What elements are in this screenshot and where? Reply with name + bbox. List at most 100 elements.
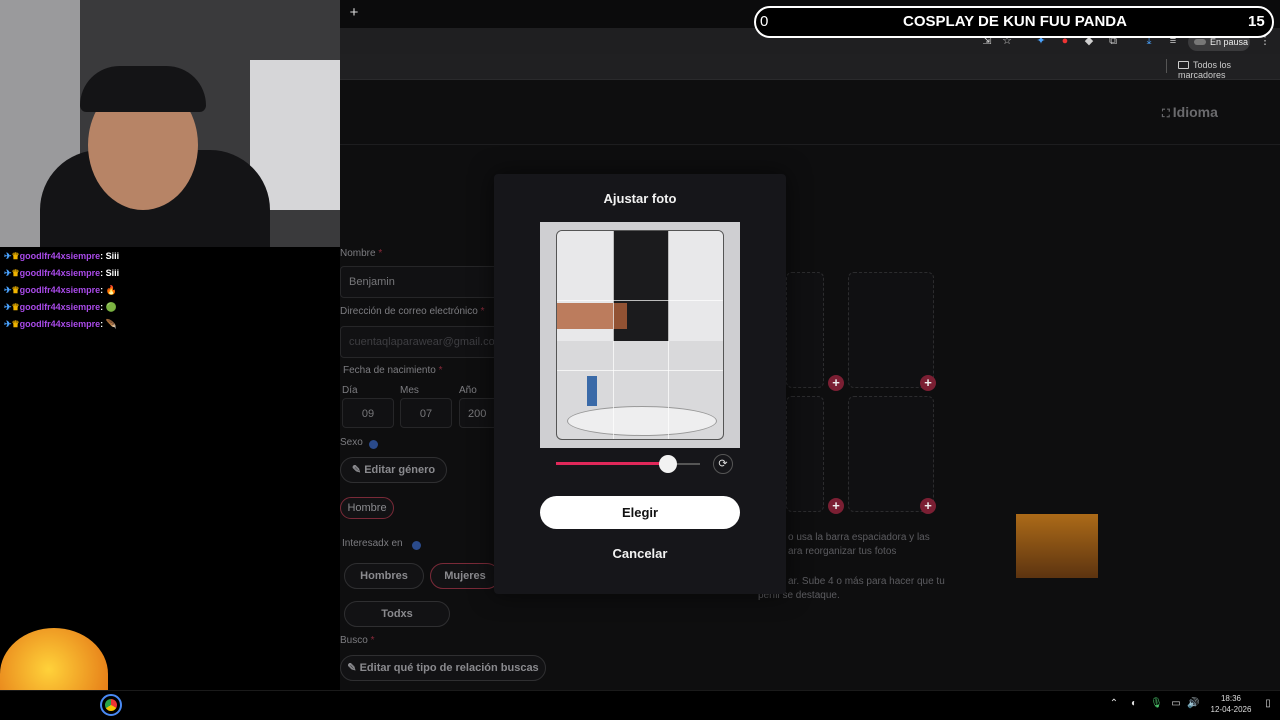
name-label-text: Nombre [340,248,376,259]
add-photo-button[interactable]: + [920,375,936,391]
seeking-label-text: Busco [340,635,368,646]
taskbar-clock-time[interactable]: 18:36 [1208,694,1254,703]
webcam-feed-image [0,0,340,247]
chat-text: 🪶 [105,319,117,329]
translate-icon: ⛶ [1162,108,1173,120]
volume-icon[interactable]: 🔊 [1187,698,1199,710]
chat-username[interactable]: goodlfr44xsiempre [20,251,101,261]
sex-label: Sexo [340,437,363,448]
name-label: Nombre * [340,248,382,259]
name-field[interactable]: Benjamin [340,266,500,298]
info-icon[interactable] [412,541,421,550]
language-label: Idioma [1172,104,1218,120]
badge-icon: ✈ [4,302,12,312]
chat-text: 🟢 [105,302,117,312]
interest-option-women[interactable]: Mujeres [430,563,500,589]
photo-slot[interactable] [848,272,934,388]
soap-bottle-image-region [587,376,597,406]
profile-avatar [1194,39,1206,45]
headphones-image-region [80,66,206,112]
birthdate-label-text: Fecha de nacimiento [343,365,436,376]
badge-icon: ✈ [4,251,12,261]
crown-icon: ♛ [11,285,20,295]
folder-icon [1178,61,1189,69]
language-link[interactable]: ⛶ Idioma [1162,104,1218,121]
edit-gender-label: Editar género [364,464,436,476]
crown-icon: ♛ [11,251,20,261]
interest-option-all[interactable]: Todxs [344,601,450,627]
add-photo-button[interactable]: + [828,375,844,391]
fire-sticker-image [1016,514,1098,578]
chat-text: 🔥 [105,285,117,295]
crown-icon: ♛ [11,319,20,329]
all-bookmarks-button[interactable]: Todos los marcadores [1178,60,1280,80]
chat-username[interactable]: goodlfr44xsiempre [20,302,101,312]
tray-overflow-icon[interactable]: ⌃ [1108,698,1120,710]
chat-message: ✈♛goodlfr44xsiempre: 🟢 [4,302,117,312]
badge-icon: ✈ [4,268,12,278]
banner-right-counter: 15 [1248,13,1265,30]
zoom-slider-fill [556,462,668,465]
email-field[interactable]: cuentaqlaparawear@gmail.co [340,326,500,358]
sign-image-region [557,303,627,329]
taskbar-clock-date[interactable]: 12-04-2026 [1208,705,1254,714]
month-field[interactable]: 07 [400,398,452,428]
stream-chat: ✈♛goodlfr44xsiempre: Siii ✈♛goodlfr44xsi… [4,251,334,336]
dialog-title: Ajustar foto [603,191,677,206]
chat-username[interactable]: goodlfr44xsiempre [20,268,101,278]
badge-icon: ✈ [4,285,12,295]
rotate-icon: ⟳ [718,458,728,470]
crown-icon: ♛ [11,302,20,312]
rotate-button[interactable]: ⟳ [713,454,733,474]
pencil-icon: ✎ [347,662,360,674]
day-field[interactable]: 09 [342,398,394,428]
gender-chip[interactable]: Hombre [340,497,394,519]
edit-gender-button[interactable]: ✎ Editar género [340,457,447,483]
add-photo-button[interactable]: + [920,498,936,514]
year-field[interactable]: 200 [459,398,499,428]
edit-seeking-label: Editar qué tipo de relación buscas [359,662,539,674]
new-tab-button[interactable]: + [346,4,362,22]
bookmarks-bar [340,54,1280,80]
chat-message: ✈♛goodlfr44xsiempre: 🪶 [4,319,117,329]
header-divider [340,144,1280,145]
required-mark: * [370,635,375,646]
cancel-button[interactable]: Cancelar [540,546,740,564]
chat-text: Siii [105,251,120,261]
zoom-slider-thumb[interactable] [659,455,677,473]
edit-seeking-button[interactable]: ✎ Editar qué tipo de relación buscas [340,655,546,681]
interested-label: Interesadx en [342,538,403,549]
month-label: Mes [400,385,419,396]
birthdate-label: Fecha de nacimiento * [343,365,443,376]
chat-message: ✈♛goodlfr44xsiempre: Siii [4,268,120,278]
chat-username[interactable]: goodlfr44xsiempre [20,319,101,329]
paused-label: En pausa [1210,37,1249,47]
bookmarks-separator [1166,59,1167,73]
interest-option-men[interactable]: Hombres [344,563,424,589]
info-icon[interactable] [369,440,378,449]
banner-title: COSPLAY DE KUN FUU PANDA [903,13,1127,30]
windows-taskbar [0,690,1280,720]
required-mark: * [378,248,383,259]
sink-image-region [567,406,717,436]
photos-hint-line: ara reorganizar tus fotos [788,546,897,557]
chrome-taskbar-icon[interactable] [100,694,122,716]
notifications-icon[interactable]: ▯ [1262,698,1274,710]
chat-username[interactable]: goodlfr44xsiempre [20,285,101,295]
chat-message: ✈♛goodlfr44xsiempre: 🔥 [4,285,117,295]
email-label-text: Dirección de correo electrónico [340,306,478,317]
pencil-icon: ✎ [351,464,365,476]
crop-frame[interactable] [556,230,724,440]
network-icon[interactable]: ▭ [1170,698,1182,710]
crop-grid-line [557,300,723,301]
discord-tray-icon[interactable]: ◐ [1128,698,1140,710]
banner-left-counter: 0 [760,13,769,30]
year-label: Año [459,385,477,396]
photo-slot[interactable] [786,272,824,388]
photo-slot[interactable] [848,396,934,512]
crop-grid-line [668,231,669,439]
choose-button[interactable]: Elegir [540,496,740,529]
microphone-icon[interactable]: 🎙 [1150,698,1163,710]
photo-slot[interactable] [786,396,824,512]
add-photo-button[interactable]: + [828,498,844,514]
